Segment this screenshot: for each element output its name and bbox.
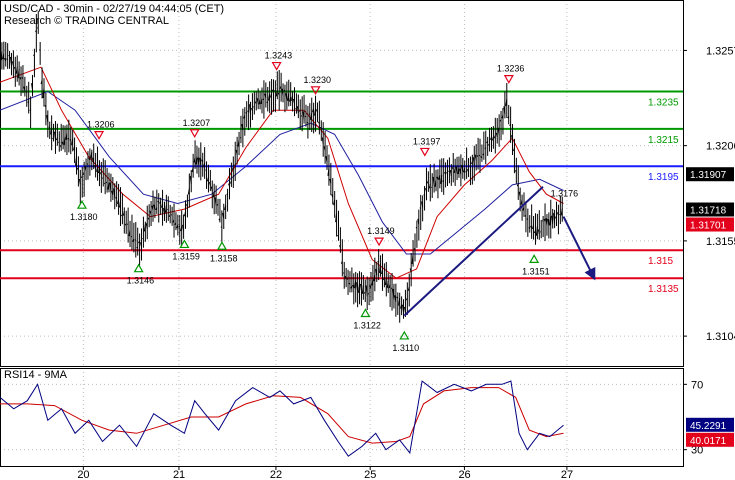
- y-tick-label: 1.3155: [706, 236, 735, 248]
- price-box-label: 1.31718: [690, 206, 727, 217]
- pivot-low-label: 1.3159: [172, 251, 200, 261]
- pivot-low-label: 1.3122: [353, 321, 381, 331]
- x-tick-label: 26: [458, 469, 470, 480]
- price-bar-open: [52, 137, 54, 140]
- price-bar-open: [253, 106, 255, 108]
- chart-header-credit: Research © TRADING CENTRAL: [4, 15, 169, 27]
- y-tick-label: 1.3206: [706, 141, 735, 153]
- pivot-high-label: 1.3206: [87, 120, 115, 130]
- rsi-y-tick-label: 70: [691, 379, 703, 391]
- price-bar-open: [319, 126, 322, 129]
- price-bar-open: [101, 177, 104, 179]
- target-label: 1.3176: [551, 189, 579, 199]
- price-bar-open: [233, 164, 236, 166]
- rsi-value-box-label: 45.2291: [690, 421, 727, 432]
- y-tick-label: 1.3104: [706, 331, 735, 343]
- price-bar-open: [413, 248, 416, 250]
- price-bar-open: [304, 115, 307, 118]
- price-bar-open: [178, 225, 181, 228]
- x-tick-label: 27: [561, 469, 573, 480]
- price-bar-open: [103, 182, 106, 185]
- price-bar-open: [300, 115, 303, 117]
- price-bar-open: [6, 58, 8, 60]
- price-bar-open: [342, 272, 345, 274]
- price-box-label: 1.31907: [690, 170, 727, 181]
- price-bar-open: [524, 214, 527, 217]
- price-bar-open: [38, 49, 41, 51]
- pivot-low-label: 1.3158: [210, 253, 238, 263]
- x-tick-label: 25: [364, 469, 376, 480]
- price-bar-open: [266, 101, 269, 103]
- price-bar-open: [295, 107, 297, 110]
- pivot-low-label: 1.3180: [70, 212, 98, 222]
- pivot-high-label: 1.3230: [304, 75, 332, 85]
- pivot-high-label: 1.3243: [265, 51, 293, 61]
- chart-background: [0, 0, 735, 480]
- level-label-resistance: 1.3235: [648, 98, 679, 109]
- usdcad-chart: 1.3235 1.3215 1.3195 1.315 1.3135 1.3243 1.32…: [0, 0, 735, 480]
- rsi-panel-title: RSI14 - 9MA: [4, 369, 68, 381]
- level-label-pivot: 1.3195: [648, 172, 679, 183]
- x-tick-label: 21: [173, 469, 185, 480]
- price-bar-open: [299, 110, 301, 112]
- pivot-low-label: 1.3146: [127, 276, 155, 286]
- price-bar-open: [126, 223, 129, 226]
- level-label-resistance: 1.3215: [648, 135, 679, 146]
- level-label-support: 1.315: [648, 256, 673, 267]
- rsi-value-box-label: 40.0171: [690, 436, 727, 447]
- price-bar-open: [157, 200, 160, 203]
- price-bar-open: [415, 227, 418, 229]
- price-bar-open: [27, 101, 29, 103]
- x-tick-label: 22: [270, 469, 282, 480]
- price-bar-open: [57, 141, 60, 144]
- price-bar-open: [245, 112, 247, 114]
- y-tick-label: 1.3257: [706, 45, 735, 57]
- price-box-label: 1.31701: [690, 221, 727, 232]
- x-tick-label: 20: [77, 469, 89, 480]
- pivot-high-label: 1.3236: [497, 64, 525, 74]
- level-label-support: 1.3135: [648, 284, 679, 295]
- pivot-high-label: 1.3207: [183, 118, 211, 128]
- pivot-low-label: 1.3151: [522, 266, 550, 276]
- chart-header-title: USD/CAD - 30min - 02/27/19 04:44:05 (CET…: [4, 3, 224, 15]
- price-bar-open: [465, 171, 467, 173]
- price-bar-open: [377, 260, 379, 263]
- price-bar-open: [136, 246, 138, 249]
- pivot-high-label: 1.3197: [413, 136, 441, 146]
- pivot-high-label: 1.3149: [367, 226, 395, 236]
- pivot-low-label: 1.3110: [392, 343, 419, 353]
